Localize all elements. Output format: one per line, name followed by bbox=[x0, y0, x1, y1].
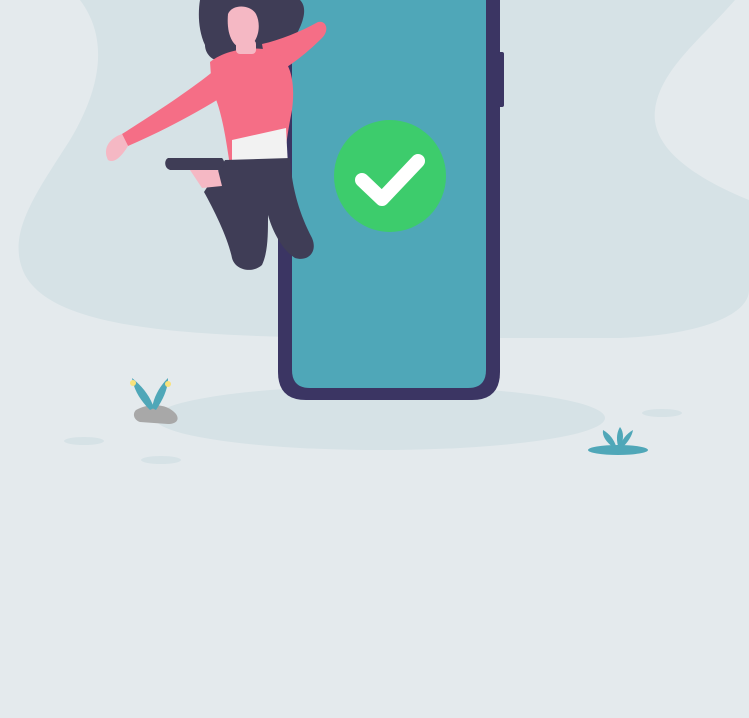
success-badge bbox=[334, 120, 446, 232]
plant-pad bbox=[588, 445, 648, 455]
neck bbox=[236, 40, 256, 54]
ground-spot bbox=[642, 409, 682, 417]
rock-plant bbox=[130, 378, 178, 424]
ground-spot bbox=[141, 456, 181, 464]
phone-side-button bbox=[498, 52, 504, 107]
leaf-tip bbox=[165, 381, 171, 387]
check-circle bbox=[334, 120, 446, 232]
kicked-foot bbox=[165, 158, 225, 170]
success-illustration bbox=[0, 0, 749, 718]
leaf-tip bbox=[130, 380, 136, 386]
ground-spot bbox=[64, 437, 104, 445]
ground-plant bbox=[588, 427, 648, 455]
